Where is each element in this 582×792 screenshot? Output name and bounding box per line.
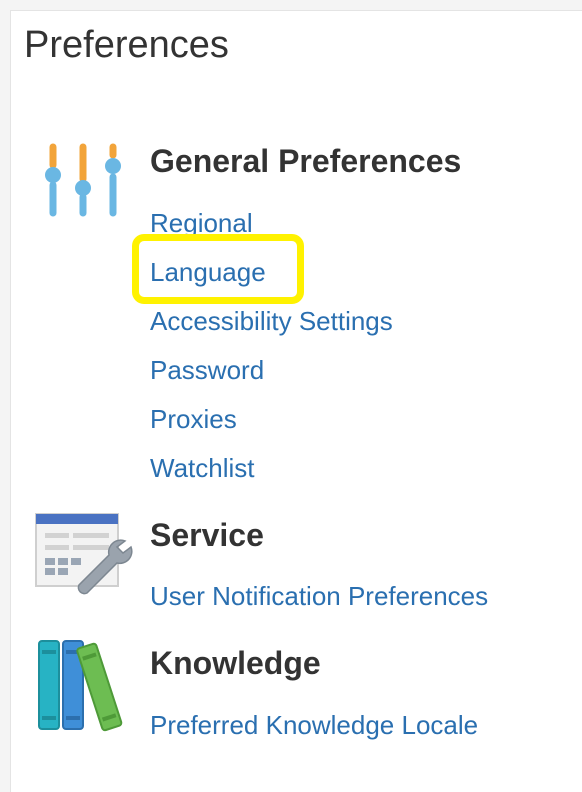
link-preferred-knowledge-locale[interactable]: Preferred Knowledge Locale — [150, 710, 478, 740]
books-icon — [38, 640, 123, 732]
link-proxies[interactable]: Proxies — [150, 404, 237, 434]
preferences-panel: Preferences General Preferences Regional… — [10, 10, 582, 792]
section-title-knowledge: Knowledge — [150, 645, 321, 681]
link-user-notification-preferences[interactable]: User Notification Preferences — [150, 581, 488, 611]
link-language[interactable]: Language — [150, 257, 266, 287]
sliders-icon — [45, 143, 121, 217]
link-watchlist[interactable]: Watchlist — [150, 453, 255, 483]
link-accessibility-settings[interactable]: Accessibility Settings — [150, 306, 393, 336]
link-regional[interactable]: Regional — [150, 208, 253, 238]
section-title-service: Service — [150, 517, 264, 553]
link-password[interactable]: Password — [150, 355, 264, 385]
section-title-general-preferences: General Preferences — [150, 143, 462, 179]
form-wrench-icon — [35, 513, 133, 595]
page-title: Preferences — [24, 24, 229, 66]
